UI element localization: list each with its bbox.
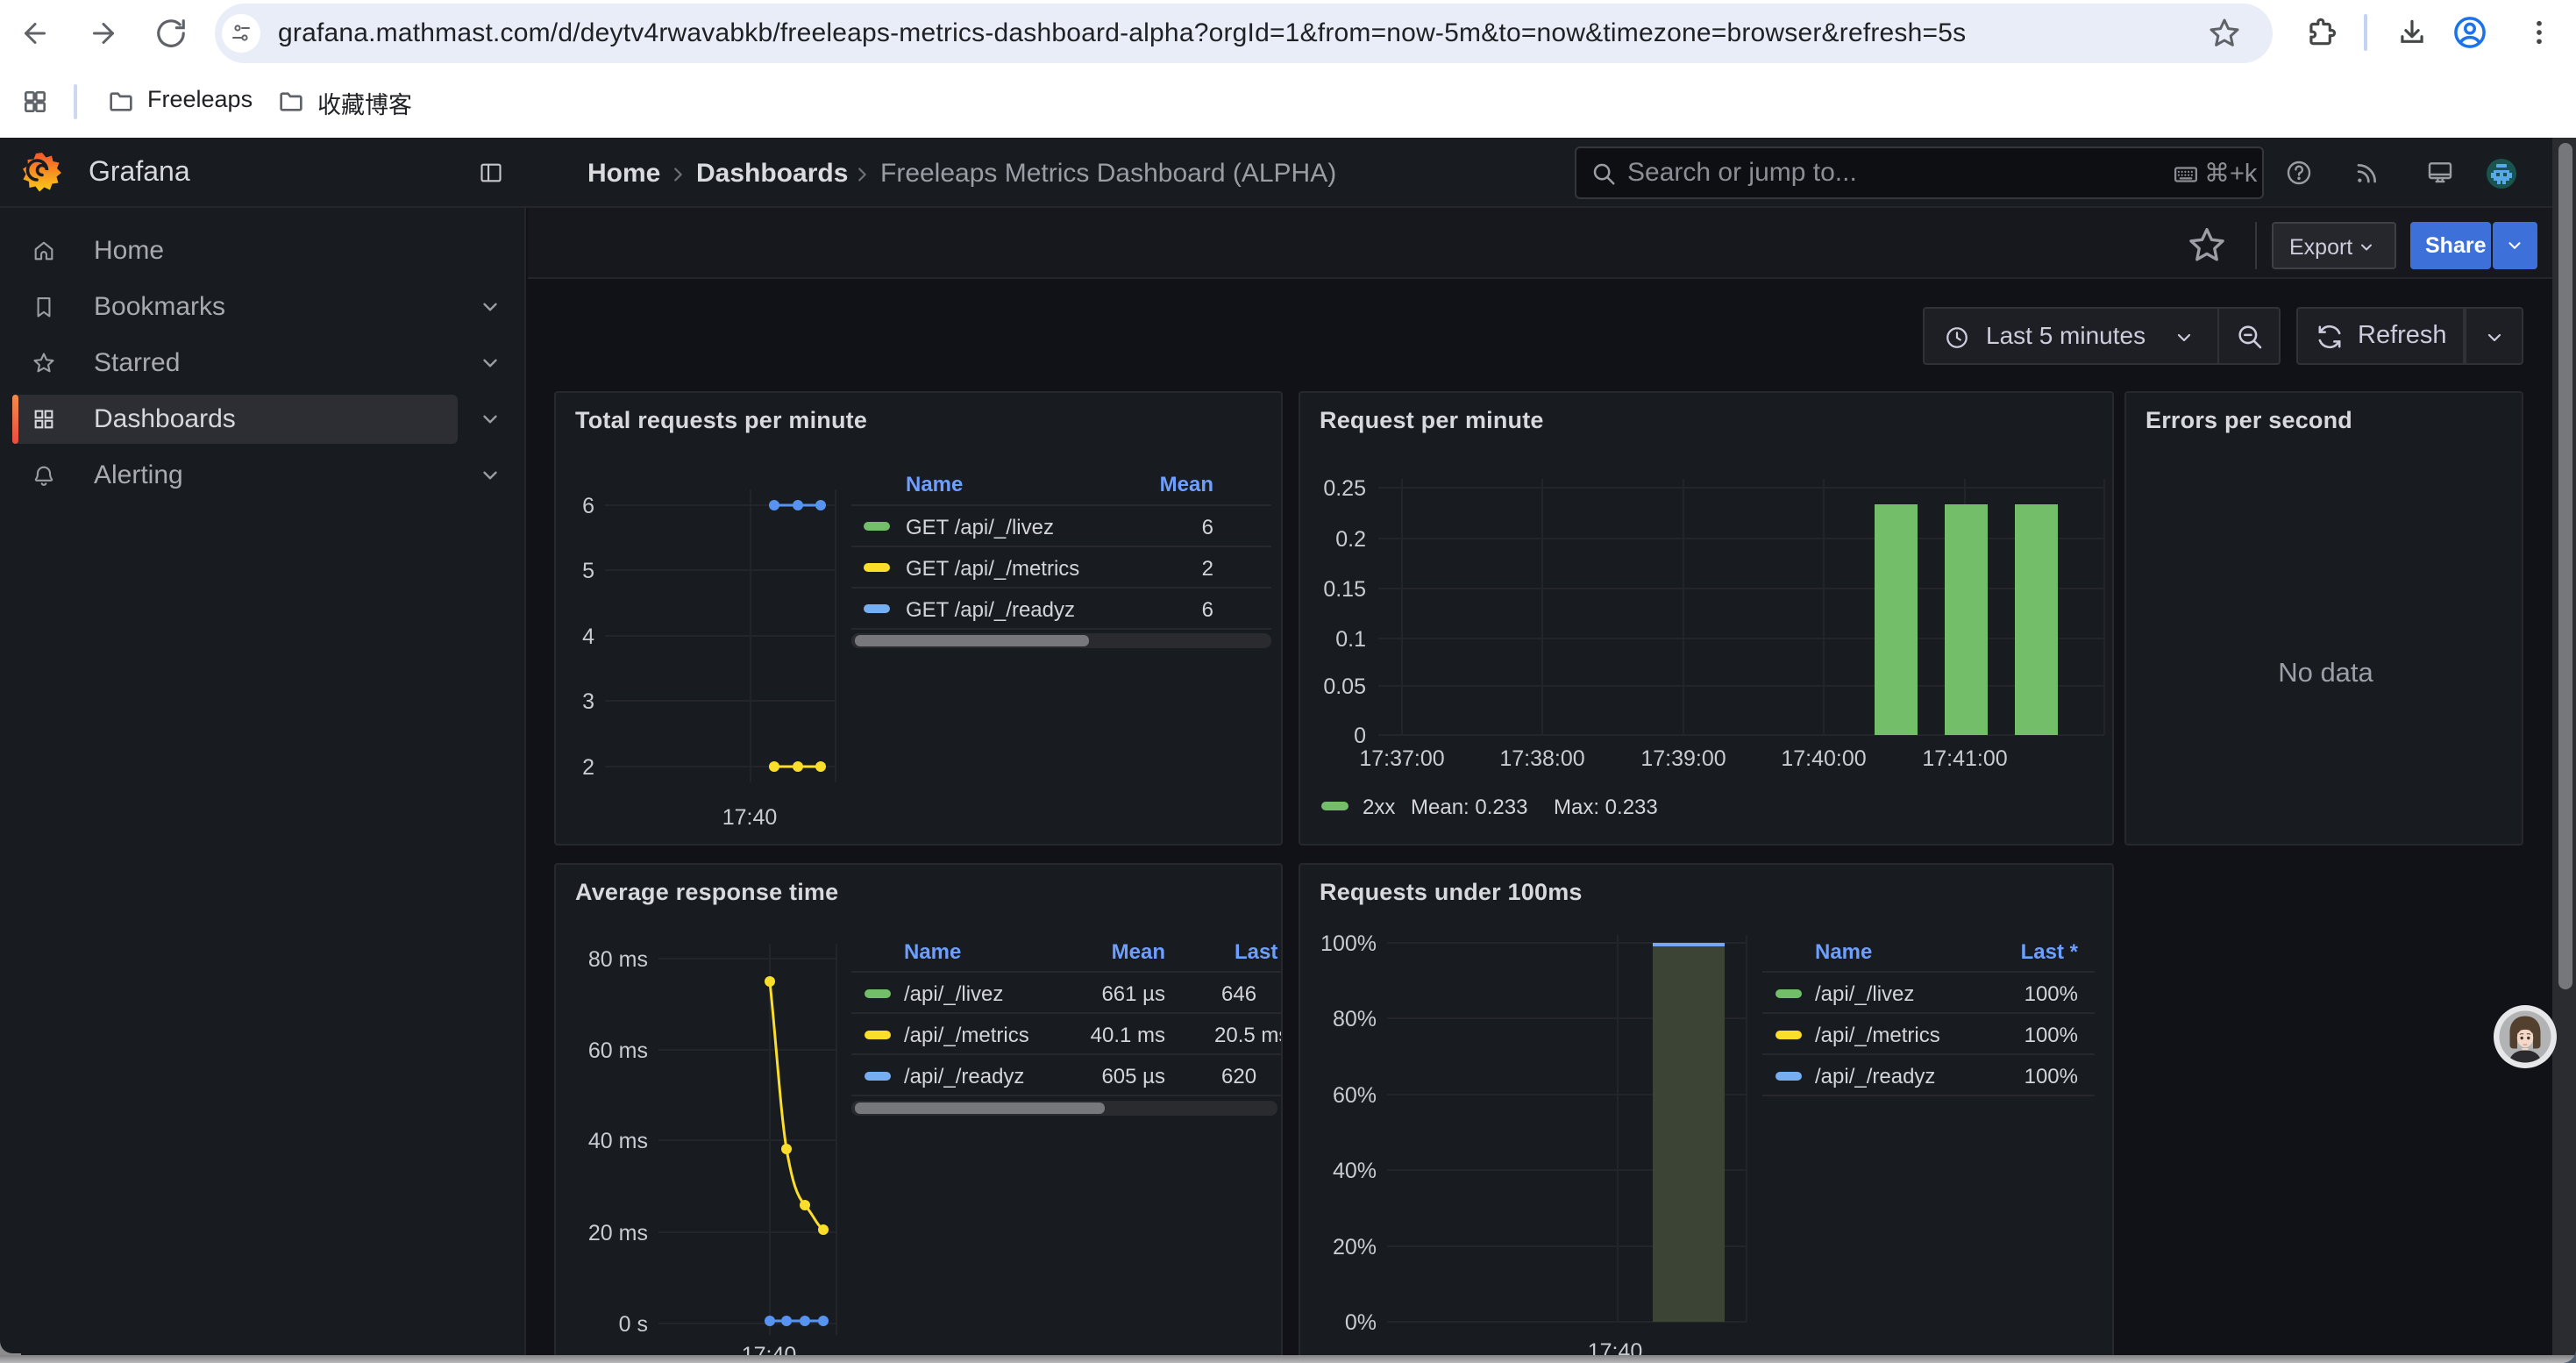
svg-text:2: 2	[1202, 557, 1213, 581]
svg-text:661 µs: 661 µs	[1101, 982, 1165, 1006]
svg-text:Last *: Last *	[1235, 940, 1281, 964]
svg-text:GET /api/_/metrics: GET /api/_/metrics	[906, 557, 1079, 581]
svg-text:17:37:00: 17:37:00	[1359, 746, 1444, 771]
svg-text:Mean: 0.233: Mean: 0.233	[1411, 796, 1527, 819]
svg-text:620: 620	[1221, 1065, 1256, 1088]
svg-text:/api/_/metrics: /api/_/metrics	[1815, 1024, 1940, 1047]
svg-text:0: 0	[1354, 724, 1366, 748]
svg-text:40 ms: 40 ms	[588, 1129, 648, 1153]
svg-text:0.25: 0.25	[1323, 476, 1366, 501]
svg-text:/api/_/readyz: /api/_/readyz	[904, 1065, 1024, 1088]
svg-text:/api/_/livez: /api/_/livez	[904, 982, 1003, 1006]
svg-text:6: 6	[1202, 598, 1213, 622]
svg-text:Last *: Last *	[2021, 940, 2079, 964]
svg-text:6: 6	[582, 494, 594, 518]
svg-text:17:38:00: 17:38:00	[1499, 746, 1584, 771]
svg-text:2: 2	[582, 755, 594, 780]
svg-text:/api/_/readyz: /api/_/readyz	[1815, 1065, 1935, 1088]
svg-text:17:40: 17:40	[722, 805, 778, 830]
svg-text:100%: 100%	[2025, 1024, 2078, 1047]
svg-text:Name: Name	[906, 473, 963, 496]
svg-text:80 ms: 80 ms	[588, 947, 648, 972]
svg-text:40.1 ms: 40.1 ms	[1091, 1024, 1165, 1047]
svg-text:0%: 0%	[1345, 1310, 1377, 1335]
svg-text:Name: Name	[904, 940, 961, 964]
svg-text:2xx: 2xx	[1363, 796, 1395, 819]
svg-text:0.05: 0.05	[1323, 674, 1366, 699]
svg-text:6: 6	[1202, 516, 1213, 539]
svg-text:3: 3	[582, 689, 594, 714]
svg-text:17:39:00: 17:39:00	[1640, 746, 1726, 771]
svg-text:17:41:00: 17:41:00	[1922, 746, 2007, 771]
svg-text:5: 5	[582, 559, 594, 583]
svg-text:Max: 0.233: Max: 0.233	[1554, 796, 1658, 819]
svg-text:4: 4	[582, 624, 594, 649]
svg-text:40%: 40%	[1333, 1159, 1377, 1183]
svg-text:100%: 100%	[2025, 982, 2078, 1006]
svg-text:/api/_/metrics: /api/_/metrics	[904, 1024, 1029, 1047]
svg-text:100%: 100%	[2025, 1065, 2078, 1088]
svg-text:/api/_/livez: /api/_/livez	[1815, 982, 1914, 1006]
svg-text:Name: Name	[1815, 940, 1872, 964]
svg-text:60%: 60%	[1333, 1083, 1377, 1108]
svg-text:20%: 20%	[1333, 1235, 1377, 1260]
svg-text:0.2: 0.2	[1335, 527, 1366, 552]
svg-text:0.1: 0.1	[1335, 627, 1366, 652]
svg-text:646: 646	[1221, 982, 1256, 1006]
svg-text:20.5 ms: 20.5 ms	[1214, 1024, 1281, 1047]
svg-text:17:40:00: 17:40:00	[1781, 746, 1866, 771]
svg-text:60 ms: 60 ms	[588, 1038, 648, 1063]
svg-text:GET /api/_/readyz: GET /api/_/readyz	[906, 598, 1075, 622]
svg-text:Mean: Mean	[1160, 473, 1213, 496]
svg-text:Mean: Mean	[1112, 940, 1165, 964]
svg-text:100%: 100%	[1320, 931, 1377, 956]
svg-text:20 ms: 20 ms	[588, 1221, 648, 1245]
svg-text:0.15: 0.15	[1323, 577, 1366, 602]
svg-text:0 s: 0 s	[619, 1312, 648, 1337]
svg-text:GET /api/_/livez: GET /api/_/livez	[906, 516, 1054, 539]
svg-text:605 µs: 605 µs	[1101, 1065, 1165, 1088]
svg-text:80%: 80%	[1333, 1007, 1377, 1031]
